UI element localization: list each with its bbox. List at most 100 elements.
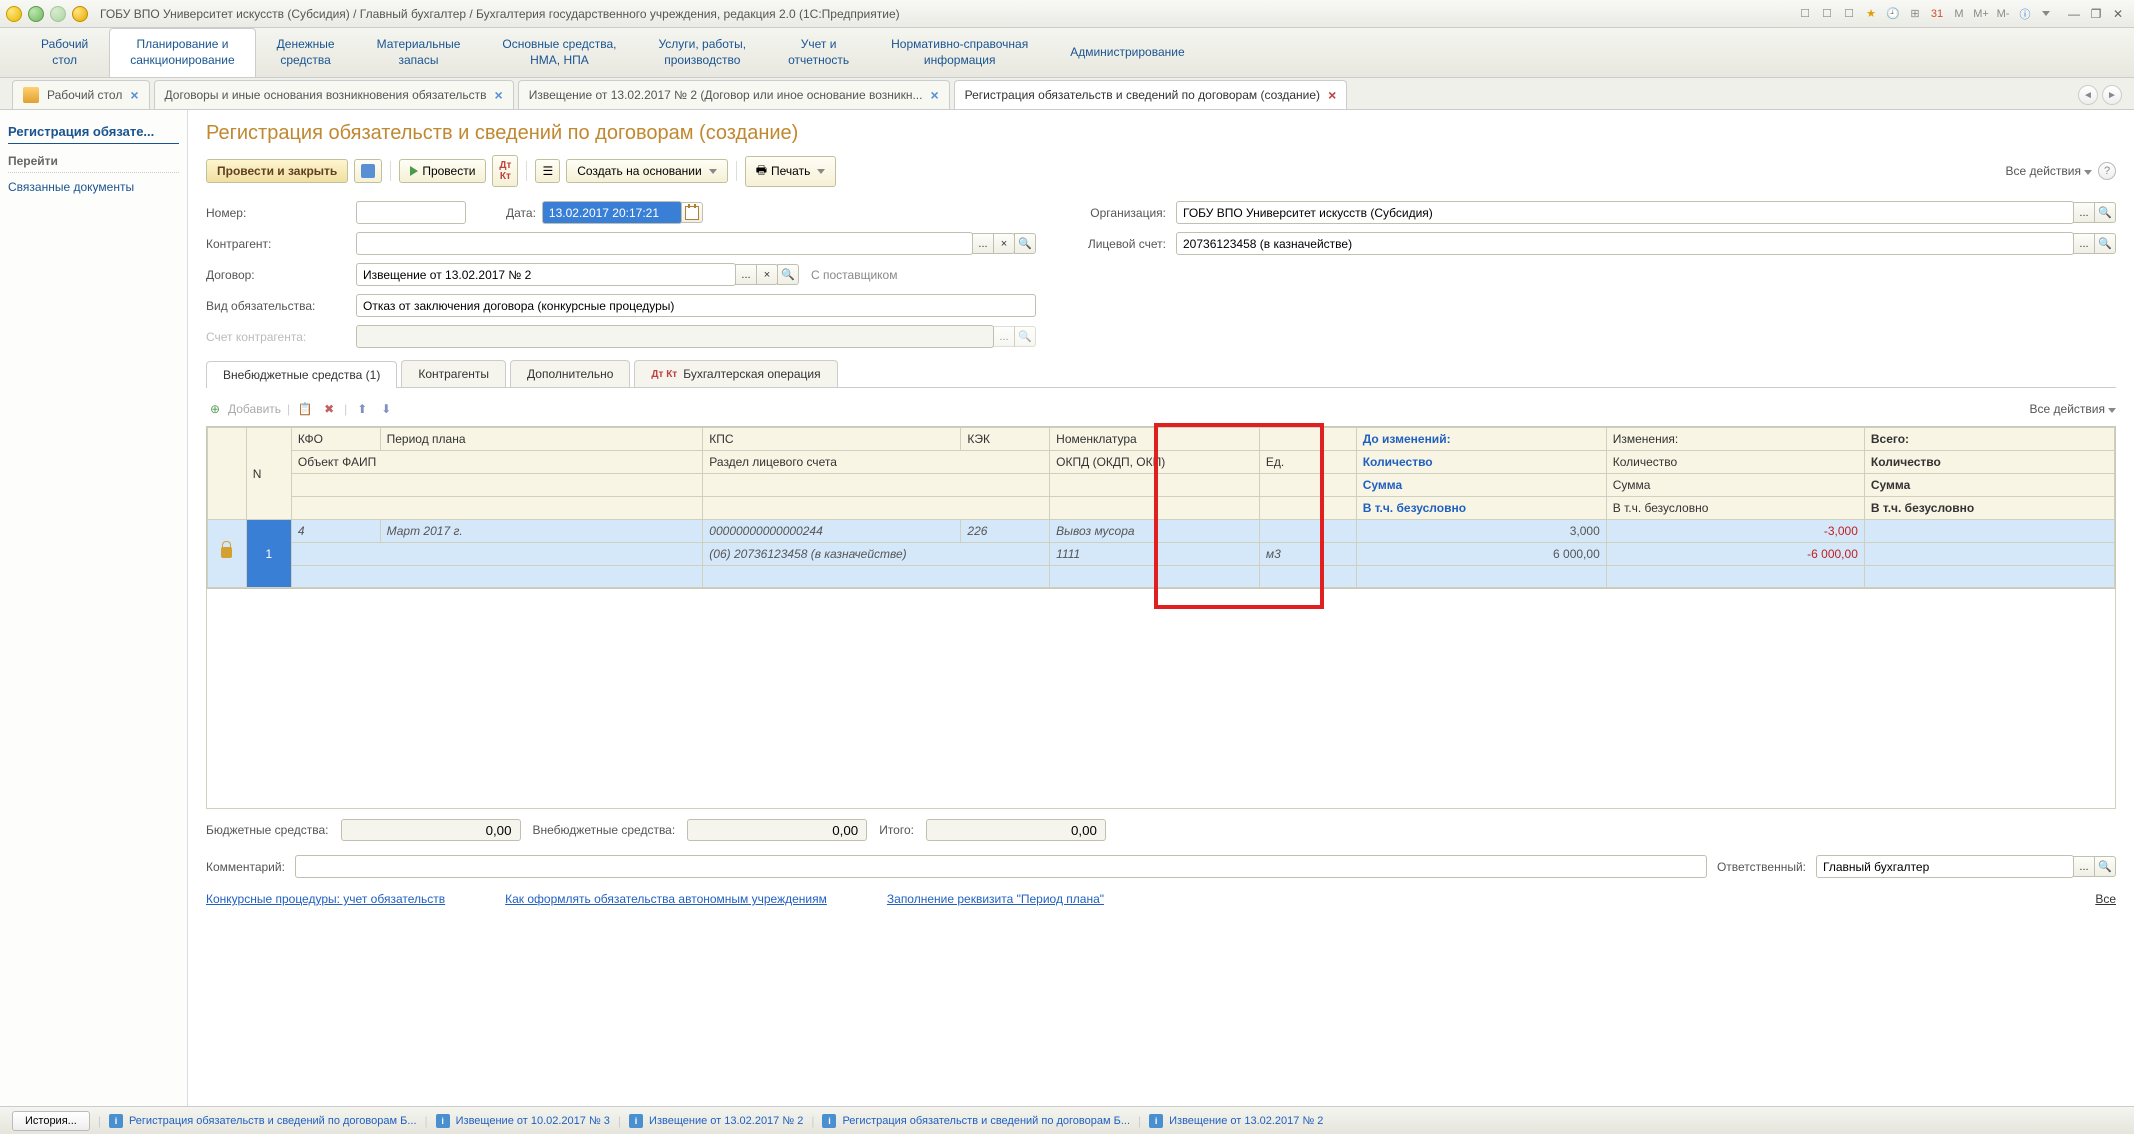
section-tab-ref[interactable]: Нормативно-справочная информация	[870, 28, 1049, 77]
date-input[interactable]	[542, 201, 682, 224]
data-table[interactable]: N КФО Период плана КПС КЭК Номенклатура …	[206, 426, 2116, 589]
tab-close-icon[interactable]: ×	[1328, 87, 1336, 103]
sb-doc-link[interactable]: iИзвещение от 13.02.2017 № 2	[1149, 1114, 1323, 1128]
post-button[interactable]: Провести	[399, 159, 486, 183]
calendar-icon[interactable]: 31	[1929, 6, 1945, 22]
responsible-input[interactable]	[1816, 855, 2074, 878]
mplus-icon[interactable]: M+	[1973, 6, 1989, 22]
nav-right-icon[interactable]: ►	[2102, 85, 2122, 105]
add-button[interactable]: ⊕Добавить	[206, 400, 281, 418]
create-based-button[interactable]: Создать на основании	[566, 159, 728, 183]
cell-unit[interactable]: м3	[1259, 543, 1356, 566]
link-period[interactable]: Заполнение реквизита "Период плана"	[887, 892, 1104, 906]
section-tab-materials[interactable]: Материальные запасы	[356, 28, 482, 77]
link-procedures[interactable]: Конкурсные процедуры: учет обязательств	[206, 892, 445, 906]
cell-kps[interactable]: 00000000000000244	[703, 520, 961, 543]
account-input[interactable]	[1176, 232, 2074, 255]
cell-before-sum[interactable]: 6 000,00	[1356, 543, 1606, 566]
clock-icon[interactable]: 🕘	[1885, 6, 1901, 22]
doc-tab-contracts[interactable]: Договоры и иные основания возникновения …	[154, 80, 514, 109]
dtkt-button[interactable]: ДтКт	[492, 155, 518, 187]
tab-offbudget[interactable]: Внебюджетные средства (1)	[206, 361, 397, 388]
cell-period[interactable]: Март 2017 г.	[380, 520, 703, 543]
search-button[interactable]: 🔍	[1014, 233, 1036, 254]
tool-icon[interactable]: ☐	[1819, 6, 1835, 22]
close-button[interactable]: ✕	[2108, 6, 2128, 22]
list-button[interactable]: ☰	[535, 159, 560, 183]
doc-tab-notice[interactable]: Извещение от 13.02.2017 № 2 (Договор или…	[518, 80, 950, 109]
obltype-input[interactable]	[356, 294, 1036, 317]
select-button[interactable]: ...	[972, 233, 994, 254]
m-icon[interactable]: M	[1951, 6, 1967, 22]
cell-ch-sum[interactable]: -6 000,00	[1606, 543, 1864, 566]
cell-nomen[interactable]: Вывоз мусора	[1050, 520, 1260, 543]
search-button[interactable]: 🔍	[2094, 233, 2116, 254]
search-button[interactable]: 🔍	[2094, 856, 2116, 877]
sb-doc-link[interactable]: iРегистрация обязательств и сведений по …	[822, 1114, 1130, 1128]
contragent-input[interactable]	[356, 232, 973, 255]
post-and-close-button[interactable]: Провести и закрыть	[206, 159, 348, 183]
select-button[interactable]: ...	[735, 264, 757, 285]
section-tab-services[interactable]: Услуги, работы, производство	[637, 28, 767, 77]
calendar-button[interactable]	[681, 202, 703, 223]
minimize-button[interactable]: —	[2064, 6, 2084, 22]
copy-button[interactable]: 📋	[296, 400, 314, 418]
tool-icon[interactable]: ☐	[1841, 6, 1857, 22]
org-input[interactable]	[1176, 201, 2074, 224]
app-icon[interactable]	[6, 6, 22, 22]
search-button[interactable]: 🔍	[2094, 202, 2116, 223]
all-actions-link[interactable]: Все действия	[2006, 164, 2092, 178]
sb-doc-link[interactable]: iИзвещение от 10.02.2017 № 3	[436, 1114, 610, 1128]
tab-close-icon[interactable]: ×	[130, 87, 138, 103]
number-input[interactable]	[356, 201, 466, 224]
help-icon[interactable]: ⓘ	[2017, 6, 2033, 22]
tab-close-icon[interactable]: ×	[495, 87, 503, 103]
search-button[interactable]: 🔍	[777, 264, 799, 285]
favorite-icon[interactable]	[72, 6, 88, 22]
move-down-button[interactable]: ⬇	[377, 400, 395, 418]
section-tab-accounting[interactable]: Учет и отчетность	[767, 28, 870, 77]
section-tab-desktop[interactable]: Рабочий стол	[20, 28, 109, 77]
select-button[interactable]: ...	[2073, 233, 2095, 254]
doc-tab-registration[interactable]: Регистрация обязательств и сведений по д…	[954, 80, 1348, 109]
doc-tab-desktop[interactable]: Рабочий стол ×	[12, 80, 150, 109]
delete-button[interactable]: ✖	[320, 400, 338, 418]
tab-contragents[interactable]: Контрагенты	[401, 360, 506, 387]
tab-accounting-op[interactable]: Дт КтБухгалтерская операция	[634, 360, 837, 387]
sb-doc-link[interactable]: iИзвещение от 13.02.2017 № 2	[629, 1114, 803, 1128]
section-tab-admin[interactable]: Администрирование	[1049, 28, 1205, 77]
tab-additional[interactable]: Дополнительно	[510, 360, 630, 387]
tab-close-icon[interactable]: ×	[930, 87, 938, 103]
section-tab-planning[interactable]: Планирование и санкционирование	[109, 28, 255, 77]
select-button[interactable]: ...	[2073, 856, 2095, 877]
move-up-button[interactable]: ⬆	[353, 400, 371, 418]
cell-okpd[interactable]: 1111	[1050, 543, 1260, 566]
cell-kfo[interactable]: 4	[291, 520, 380, 543]
cell-section[interactable]: (06) 20736123458 (в казначействе)	[703, 543, 1050, 566]
maximize-button[interactable]: ❐	[2086, 6, 2106, 22]
calc-icon[interactable]: ⊞	[1907, 6, 1923, 22]
sidebar-link-related[interactable]: Связанные документы	[8, 177, 179, 197]
nav-fwd-icon[interactable]	[50, 6, 66, 22]
nav-left-icon[interactable]: ◄	[2078, 85, 2098, 105]
chevron-down-icon[interactable]	[2042, 11, 2050, 16]
section-tab-assets[interactable]: Основные средства, НМА, НПА	[481, 28, 637, 77]
clear-button[interactable]: ×	[756, 264, 778, 285]
tool-icon[interactable]: ☐	[1797, 6, 1813, 22]
save-button[interactable]	[354, 159, 382, 183]
select-button[interactable]: ...	[2073, 202, 2095, 223]
cell-kek[interactable]: 226	[961, 520, 1050, 543]
star-icon[interactable]: ★	[1863, 6, 1879, 22]
link-howto[interactable]: Как оформлять обязательства автономным у…	[505, 892, 827, 906]
print-button[interactable]: 🖶 Печать	[745, 156, 837, 187]
link-all[interactable]: Все	[2095, 892, 2116, 906]
section-tab-cash[interactable]: Денежные средства	[256, 28, 356, 77]
cell-before-qty[interactable]: 3,000	[1356, 520, 1606, 543]
comment-input[interactable]	[295, 855, 1707, 878]
history-button[interactable]: История...	[12, 1111, 90, 1131]
table-row[interactable]: 1 4 Март 2017 г. 00000000000000244 226 В…	[208, 520, 2115, 543]
grid-all-actions[interactable]: Все действия	[2030, 402, 2116, 416]
cell-ch-qty[interactable]: -3,000	[1606, 520, 1864, 543]
contract-input[interactable]	[356, 263, 736, 286]
sb-doc-link[interactable]: iРегистрация обязательств и сведений по …	[109, 1114, 417, 1128]
